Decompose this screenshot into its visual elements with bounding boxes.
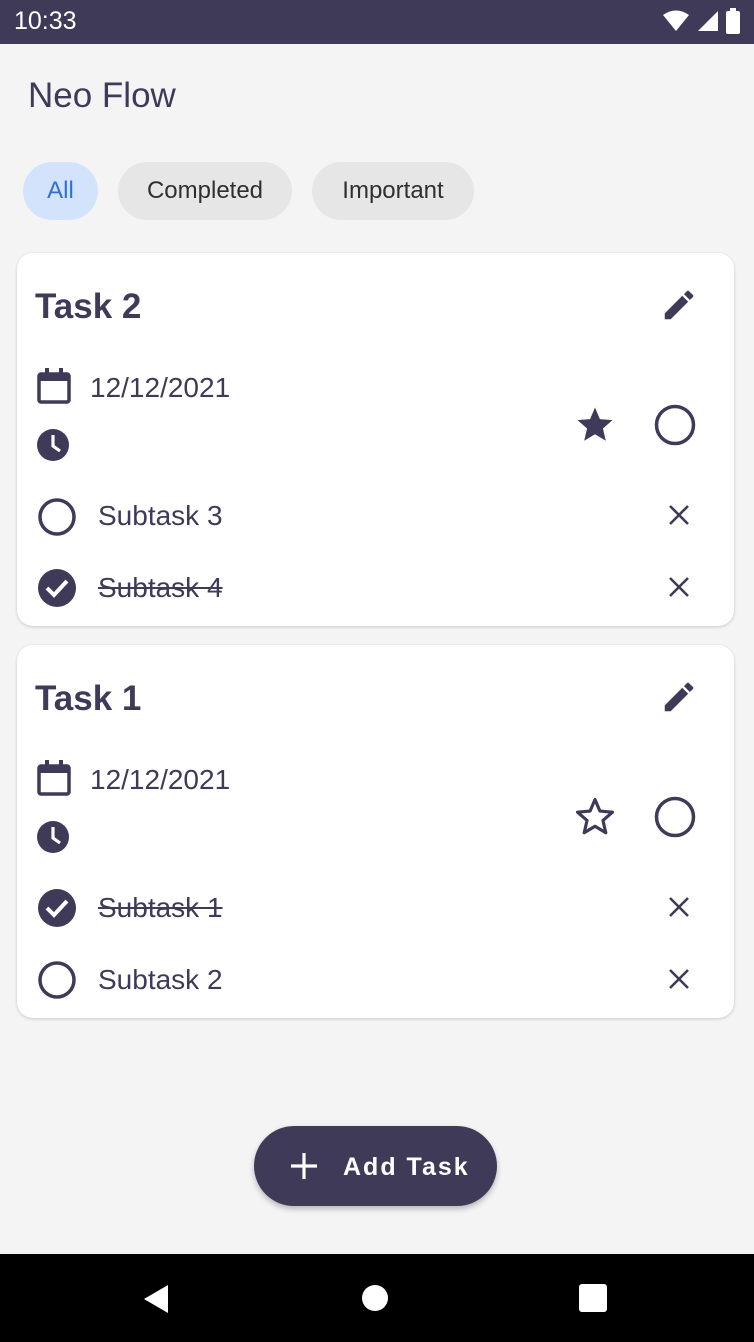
subtask-label: Subtask 4 — [98, 572, 223, 603]
task-title: Task 2 — [35, 287, 142, 326]
clock-icon — [37, 821, 69, 853]
status-icons — [662, 8, 740, 34]
task-complete-toggle-icon[interactable] — [654, 404, 696, 446]
star-outline-icon[interactable] — [574, 796, 616, 838]
subtask-unchecked-icon[interactable] — [37, 960, 77, 1000]
plus-icon — [291, 1153, 317, 1179]
remove-subtask-icon[interactable] — [667, 575, 691, 599]
subtask-label: Subtask 1 — [98, 892, 223, 923]
task-date: 12/12/2021 — [90, 764, 231, 795]
remove-subtask-icon[interactable] — [667, 895, 691, 919]
remove-subtask-icon[interactable] — [667, 967, 691, 991]
status-time: 10:33 — [14, 7, 77, 35]
status-bar: 10:33 — [0, 0, 754, 44]
remove-subtask-icon[interactable] — [667, 503, 691, 527]
subtask-checked-icon[interactable] — [37, 888, 77, 928]
task-card[interactable]: Task 2 12/12/2021 Subtask 3 Subtask 4 — [17, 253, 734, 626]
calendar-icon — [37, 368, 71, 404]
battery-icon — [726, 8, 740, 34]
subtask-unchecked-icon[interactable] — [37, 497, 77, 537]
signal-icon — [698, 11, 718, 31]
subtask-label: Subtask 2 — [98, 964, 223, 995]
add-task-label: Add Task — [343, 1153, 470, 1181]
task-complete-toggle-icon[interactable] — [654, 796, 696, 838]
filter-chips: All Completed Important — [23, 162, 474, 220]
wifi-icon — [663, 10, 689, 31]
filter-chip-all[interactable]: All — [23, 162, 98, 220]
app-title: Neo Flow — [28, 76, 176, 115]
clock-icon — [37, 429, 69, 461]
calendar-icon — [37, 760, 71, 796]
filter-chip-important[interactable]: Important — [312, 162, 474, 220]
task-date: 12/12/2021 — [90, 372, 231, 403]
filter-chip-completed[interactable]: Completed — [118, 162, 292, 220]
subtask-checked-icon[interactable] — [37, 568, 77, 608]
edit-icon[interactable] — [660, 678, 698, 716]
task-title: Task 1 — [35, 679, 142, 718]
back-icon[interactable] — [142, 1284, 170, 1314]
recents-icon[interactable] — [579, 1284, 607, 1312]
edit-icon[interactable] — [660, 286, 698, 324]
star-filled-icon[interactable] — [574, 404, 616, 446]
add-task-button[interactable]: Add Task — [254, 1126, 497, 1206]
subtask-label: Subtask 3 — [98, 500, 223, 531]
home-icon[interactable] — [362, 1285, 388, 1311]
task-card[interactable]: Task 1 12/12/2021 Subtask 1 Subtask 2 — [17, 645, 734, 1018]
system-nav-bar — [0, 1254, 754, 1342]
